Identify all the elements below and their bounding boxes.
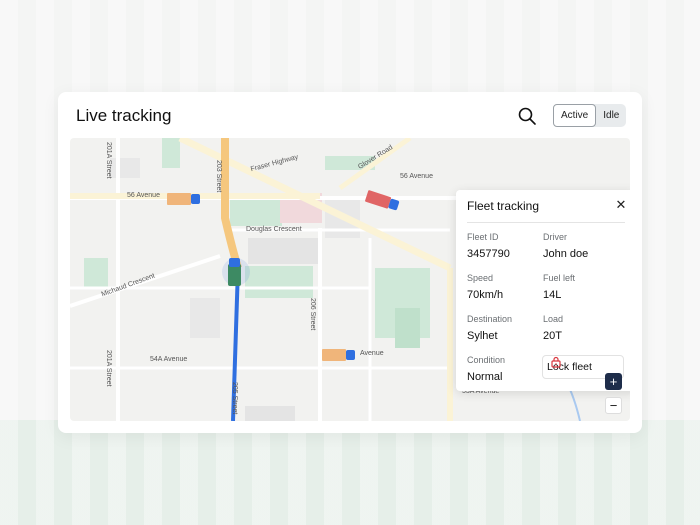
truck-icon[interactable] — [167, 193, 200, 205]
street-label: 54A Avenue — [150, 356, 188, 363]
fleet-tracking-panel: Fleet tracking ✕ Fleet ID 3457790 Driver… — [456, 190, 630, 391]
panel-title: Fleet tracking — [467, 199, 540, 213]
status-toggle: Active Idle — [553, 104, 627, 127]
destination-value: Sylhet — [467, 330, 498, 342]
destination-label: Destination — [467, 314, 513, 324]
condition-value: Normal — [467, 371, 503, 383]
zoom-out-button[interactable]: − — [605, 397, 622, 414]
divider — [467, 222, 625, 223]
close-icon[interactable]: ✕ — [614, 198, 628, 212]
fleet-id-value: 3457790 — [467, 248, 510, 260]
fuel-label: Fuel left — [543, 273, 576, 283]
search-icon — [518, 107, 536, 125]
truck-icon[interactable] — [228, 258, 241, 286]
street-label: Avenue — [360, 350, 384, 357]
live-tracking-card: Live tracking Active Idle 56 Avenue 203 … — [58, 92, 642, 433]
building — [245, 406, 295, 421]
fuel-value: 14L — [543, 289, 562, 301]
condition-label: Condition — [467, 355, 506, 365]
building — [190, 298, 220, 338]
map-view[interactable]: 56 Avenue 203 Street Fraser Highway Glov… — [70, 138, 630, 421]
park-area — [162, 138, 180, 168]
driver-value: John doe — [543, 248, 589, 260]
load-label: Load — [543, 314, 564, 324]
street-label: 205 Street — [231, 382, 238, 415]
building — [248, 238, 318, 264]
park-area — [395, 308, 420, 348]
street-label: 56 Avenue — [127, 192, 160, 199]
street-label: 56 Avenue — [400, 173, 433, 180]
truck-icon[interactable] — [322, 349, 355, 361]
truck-icon[interactable] — [365, 190, 400, 212]
fleet-id-label: Fleet ID — [467, 232, 499, 242]
speed-label: Speed — [467, 273, 494, 283]
driver-label: Driver — [543, 232, 567, 242]
street-label: Douglas Crescent — [246, 226, 302, 233]
street-label: 201A Street — [105, 350, 112, 387]
speed-value: 70km/h — [467, 289, 504, 301]
lock-icon — [551, 356, 561, 368]
search-button[interactable] — [517, 106, 537, 126]
park-area — [230, 196, 282, 226]
page-title: Live tracking — [76, 106, 172, 125]
load-value: 20T — [543, 330, 562, 342]
street-label: 201A Street — [105, 142, 112, 179]
park-area — [84, 258, 108, 288]
street-label: 203 Street — [215, 160, 222, 193]
park-area — [245, 266, 313, 298]
toggle-active[interactable]: Active — [553, 104, 597, 127]
toggle-idle[interactable]: Idle — [596, 104, 626, 127]
street-label: 206 Street — [309, 298, 316, 331]
building — [110, 158, 140, 178]
zoom-in-button[interactable]: + — [605, 373, 622, 390]
